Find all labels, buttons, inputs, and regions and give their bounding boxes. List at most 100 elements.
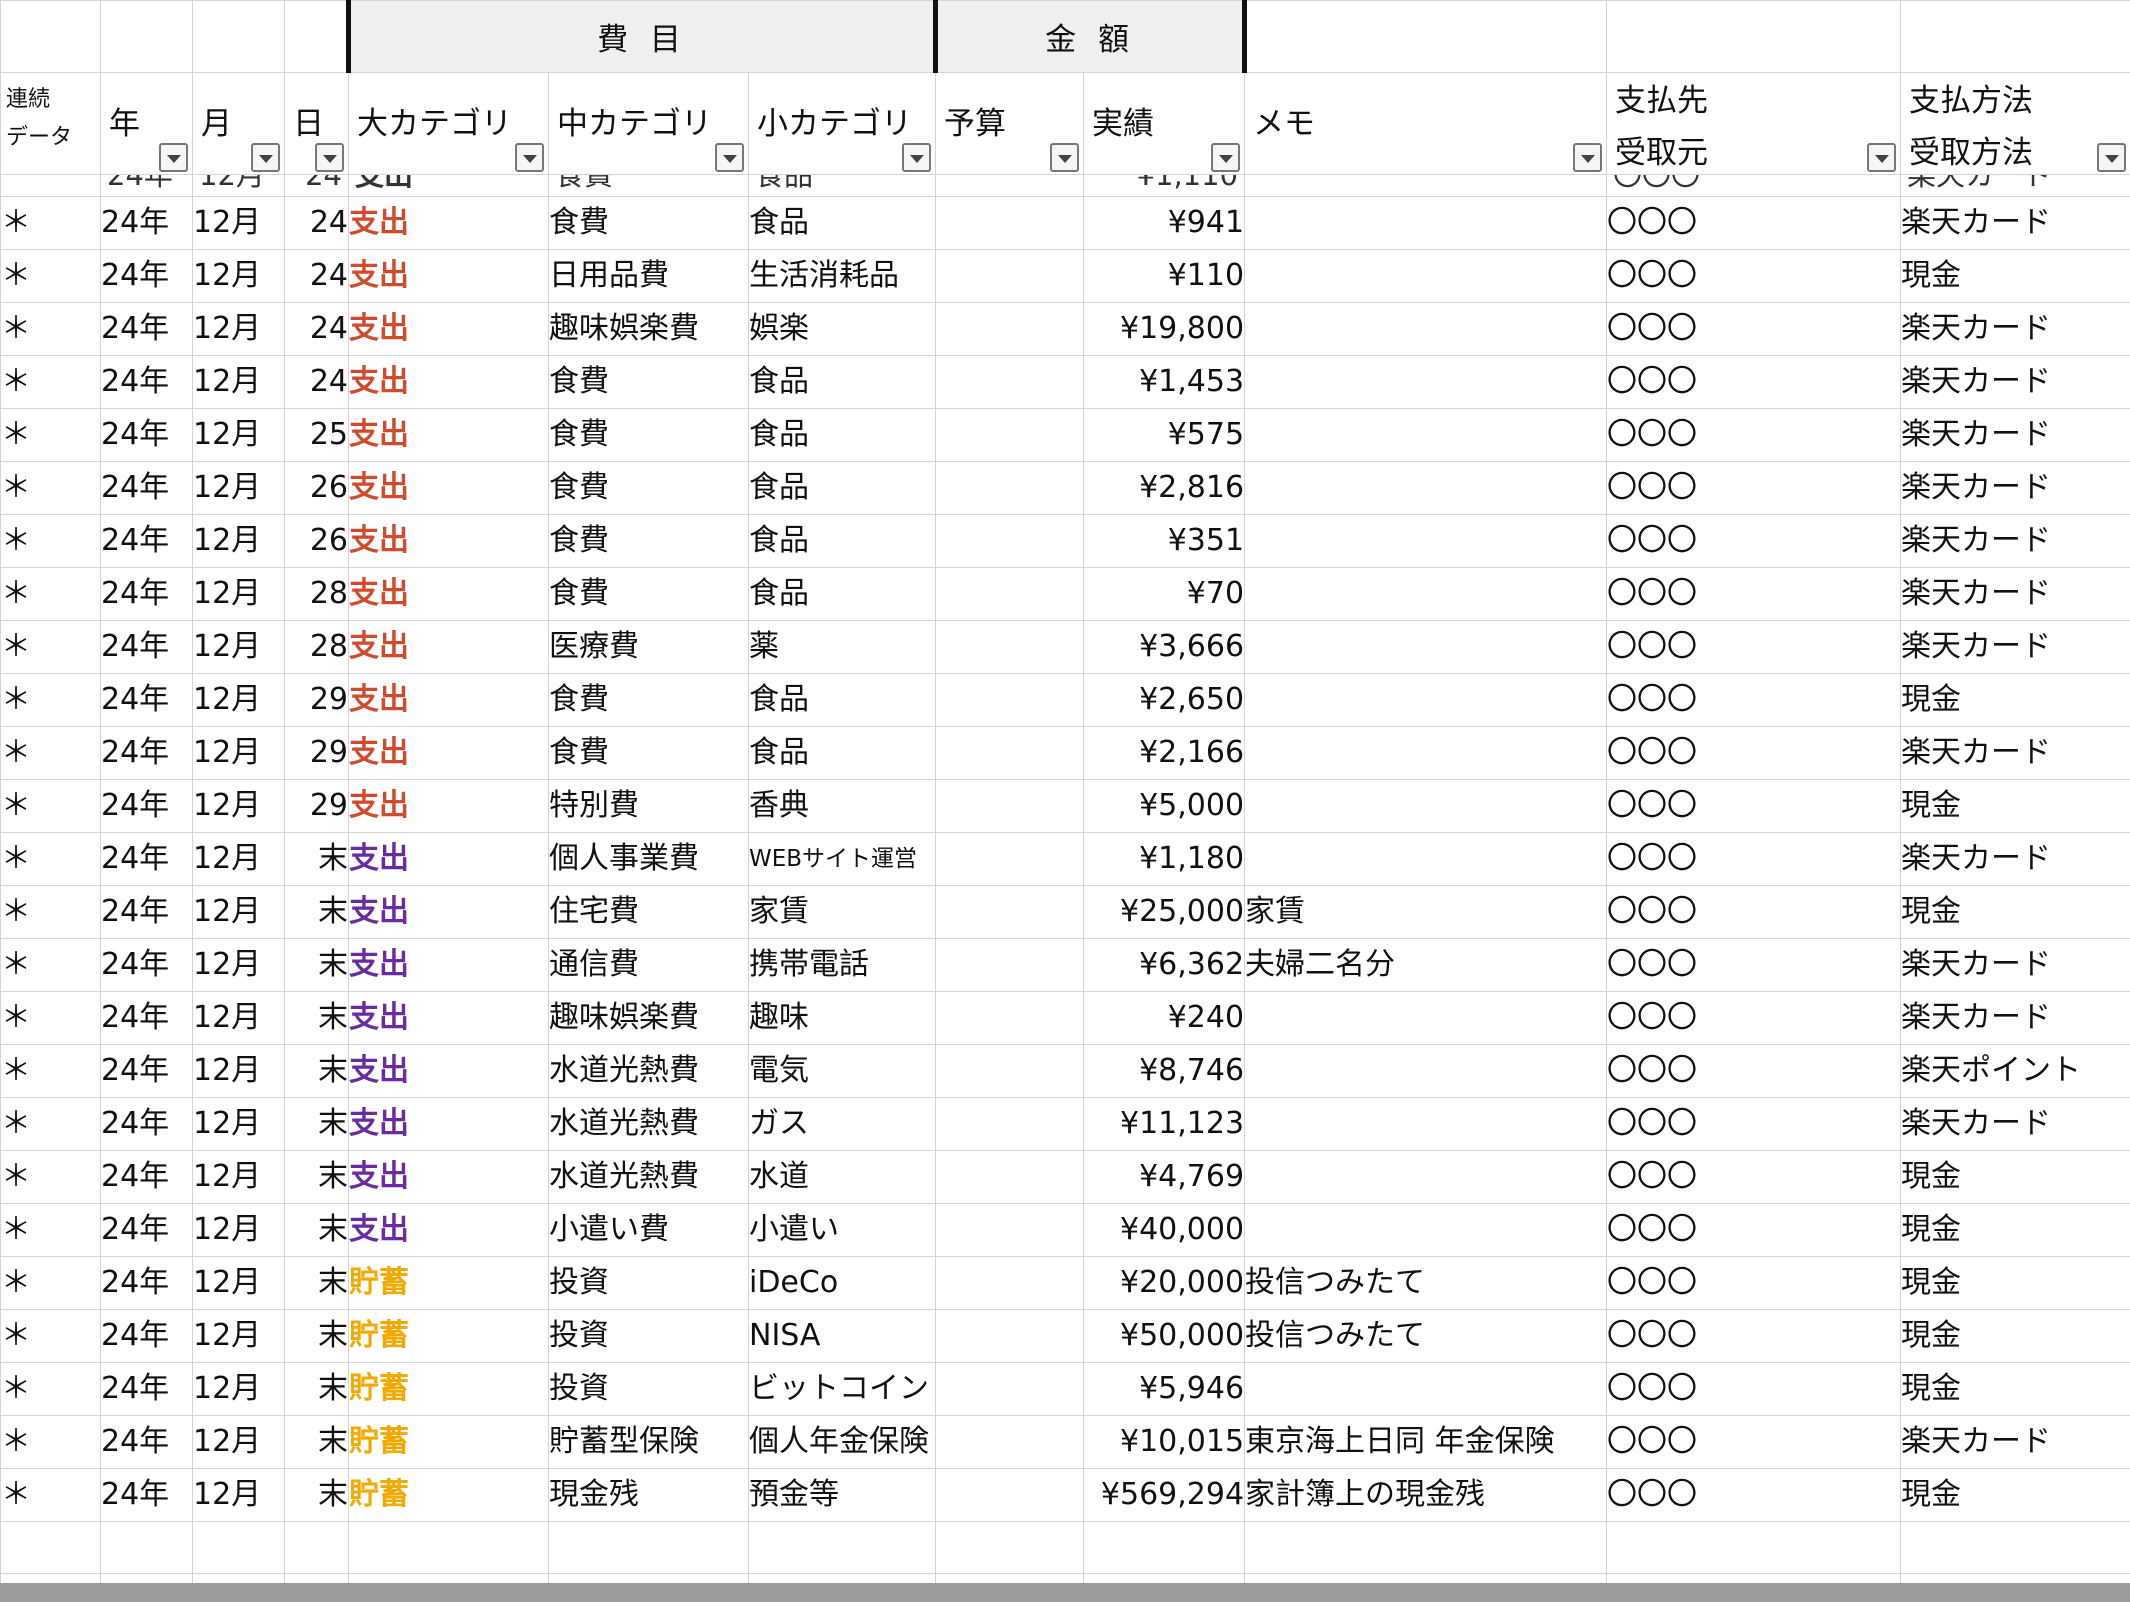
month-cell[interactable]: 12月 xyxy=(192,461,285,515)
cell[interactable] xyxy=(284,1521,349,1574)
mark-cell[interactable]: ＊ xyxy=(0,779,101,833)
mid-category-cell[interactable]: 貯蓄型保険 xyxy=(548,1415,749,1469)
budget-cell[interactable] xyxy=(935,991,1085,1045)
small-category-cell[interactable]: 薬 xyxy=(747,620,937,674)
method-cell[interactable]: 現金 xyxy=(1900,1362,2130,1416)
small-category-cell[interactable]: 預金等 xyxy=(747,1468,937,1522)
header-small-category[interactable]: 小カテゴリ xyxy=(747,72,937,175)
mark-cell[interactable]: ＊ xyxy=(0,408,101,462)
header-year[interactable]: 年 xyxy=(100,72,193,175)
mark-cell[interactable]: ＊ xyxy=(0,938,101,992)
year-cell[interactable]: 24年 xyxy=(100,991,193,1045)
header-day[interactable]: 日 xyxy=(284,72,349,175)
small-category-cell[interactable]: 食品 xyxy=(747,567,937,621)
mark-cell[interactable]: ＊ xyxy=(0,302,101,356)
payee-cell[interactable]: 〇〇〇 xyxy=(1606,1097,1902,1151)
method-cell[interactable]: 現金 xyxy=(1900,885,2130,939)
cell[interactable] xyxy=(284,0,349,73)
day-cell[interactable]: 末 xyxy=(284,1468,349,1522)
method-cell[interactable]: 現金 xyxy=(1900,1468,2130,1522)
memo-cell[interactable] xyxy=(1244,1150,1608,1204)
cell[interactable]: 12月 xyxy=(192,174,285,197)
cell[interactable] xyxy=(192,1521,285,1574)
small-category-cell[interactable]: 個人年金保険 xyxy=(747,1415,937,1469)
mid-category-cell[interactable]: 食費 xyxy=(548,567,749,621)
large-category-cell[interactable]: 支出 xyxy=(348,302,549,356)
large-category-cell[interactable]: 支出 xyxy=(348,1203,549,1257)
year-cell[interactable]: 24年 xyxy=(100,726,193,780)
small-category-cell[interactable]: 香典 xyxy=(747,779,937,833)
year-cell[interactable]: 24年 xyxy=(100,673,193,727)
month-cell[interactable]: 12月 xyxy=(192,1150,285,1204)
payee-cell[interactable]: 〇〇〇 xyxy=(1606,1362,1902,1416)
payee-cell[interactable]: 〇〇〇 xyxy=(1606,567,1902,621)
year-cell[interactable]: 24年 xyxy=(100,1309,193,1363)
cell[interactable]: ¥1,110 xyxy=(1083,174,1246,197)
budget-cell[interactable] xyxy=(935,249,1085,303)
mark-cell[interactable]: ＊ xyxy=(0,1468,101,1522)
method-cell[interactable]: 現金 xyxy=(1900,1256,2130,1310)
cell[interactable] xyxy=(1900,1521,2130,1574)
payee-cell[interactable]: 〇〇〇 xyxy=(1606,991,1902,1045)
header-method[interactable]: 支払方法 受取方法 xyxy=(1900,72,2130,175)
year-cell[interactable]: 24年 xyxy=(100,1097,193,1151)
method-cell[interactable]: 現金 xyxy=(1900,1309,2130,1363)
payee-cell[interactable]: 〇〇〇 xyxy=(1606,302,1902,356)
group-header-himoku[interactable]: 費 目 xyxy=(345,0,939,73)
mark-cell[interactable]: ＊ xyxy=(0,1150,101,1204)
memo-cell[interactable] xyxy=(1244,567,1608,621)
mark-cell[interactable]: ＊ xyxy=(0,1256,101,1310)
method-cell[interactable]: 現金 xyxy=(1900,1150,2130,1204)
small-category-cell[interactable]: 食品 xyxy=(747,408,937,462)
group-header-kingaku[interactable]: 金 額 xyxy=(935,0,1248,73)
mark-cell[interactable]: ＊ xyxy=(0,832,101,886)
cell[interactable] xyxy=(1244,1521,1608,1574)
month-cell[interactable]: 12月 xyxy=(192,885,285,939)
day-cell[interactable]: 末 xyxy=(284,1203,349,1257)
budget-cell[interactable] xyxy=(935,1150,1085,1204)
payee-cell[interactable]: 〇〇〇 xyxy=(1606,1415,1902,1469)
memo-cell[interactable] xyxy=(1244,620,1608,674)
cell[interactable] xyxy=(935,1521,1085,1574)
filter-dropdown-icon[interactable] xyxy=(1867,143,1897,172)
large-category-cell[interactable]: 支出 xyxy=(348,938,549,992)
mid-category-cell[interactable]: 趣味娯楽費 xyxy=(548,991,749,1045)
large-category-cell[interactable]: 貯蓄 xyxy=(348,1415,549,1469)
method-cell[interactable]: 現金 xyxy=(1900,779,2130,833)
small-category-cell[interactable]: 家賃 xyxy=(747,885,937,939)
actual-cell[interactable]: ¥5,000 xyxy=(1083,779,1246,833)
year-cell[interactable]: 24年 xyxy=(100,355,193,409)
cell[interactable] xyxy=(1083,1521,1246,1574)
cell[interactable] xyxy=(0,1521,101,1574)
payee-cell[interactable]: 〇〇〇 xyxy=(1606,1468,1902,1522)
payee-cell[interactable]: 〇〇〇 xyxy=(1606,1309,1902,1363)
cell[interactable]: 〇〇〇 xyxy=(1606,174,1902,197)
year-cell[interactable]: 24年 xyxy=(100,567,193,621)
mid-category-cell[interactable]: 通信費 xyxy=(548,938,749,992)
day-cell[interactable]: 末 xyxy=(284,1097,349,1151)
cell[interactable]: 食品 xyxy=(747,174,937,197)
year-cell[interactable]: 24年 xyxy=(100,302,193,356)
filter-dropdown-icon[interactable] xyxy=(159,143,188,172)
day-cell[interactable]: 24 xyxy=(284,302,349,356)
memo-cell[interactable] xyxy=(1244,408,1608,462)
mid-category-cell[interactable]: 投資 xyxy=(548,1362,749,1416)
month-cell[interactable]: 12月 xyxy=(192,1468,285,1522)
method-cell[interactable]: 楽天カード xyxy=(1900,1097,2130,1151)
payee-cell[interactable]: 〇〇〇 xyxy=(1606,408,1902,462)
header-mid-category[interactable]: 中カテゴリ xyxy=(548,72,749,175)
budget-cell[interactable] xyxy=(935,1203,1085,1257)
method-cell[interactable]: 楽天カード xyxy=(1900,461,2130,515)
method-cell[interactable]: 楽天カード xyxy=(1900,302,2130,356)
filter-dropdown-icon[interactable] xyxy=(2097,143,2127,172)
cell[interactable] xyxy=(1606,1521,1902,1574)
day-cell[interactable]: 24 xyxy=(284,355,349,409)
month-cell[interactable]: 12月 xyxy=(192,408,285,462)
cell[interactable] xyxy=(100,1521,193,1574)
mark-cell[interactable]: ＊ xyxy=(0,249,101,303)
cell[interactable]: 24年 xyxy=(100,174,193,197)
memo-cell[interactable]: 家賃 xyxy=(1244,885,1608,939)
budget-cell[interactable] xyxy=(935,567,1085,621)
month-cell[interactable]: 12月 xyxy=(192,249,285,303)
year-cell[interactable]: 24年 xyxy=(100,832,193,886)
